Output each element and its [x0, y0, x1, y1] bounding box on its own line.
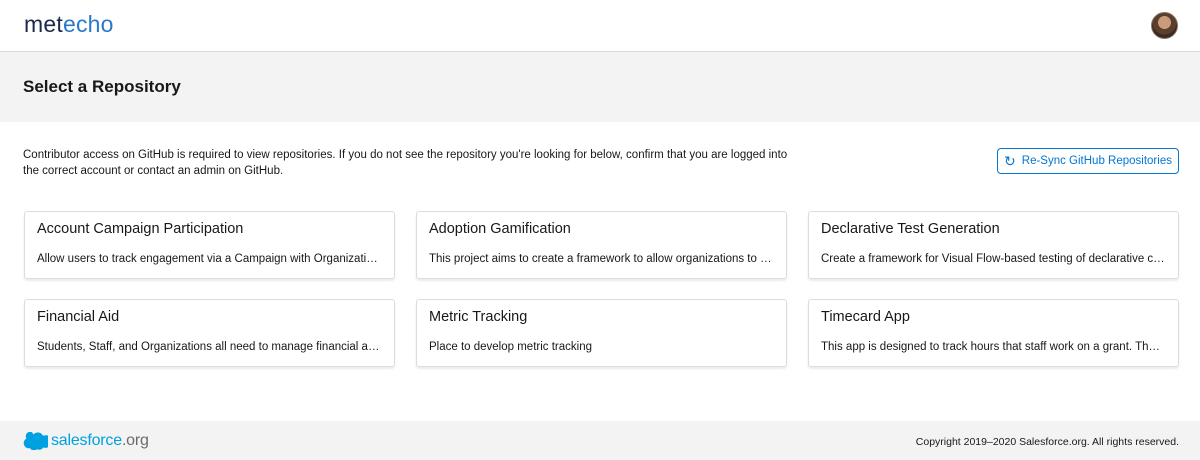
page-header: Select a Repository	[0, 52, 1200, 122]
repository-name: Timecard App	[821, 309, 910, 325]
org-wordmark: .org	[121, 432, 149, 449]
repository-description: Create a framework for Visual Flow-based…	[821, 253, 1166, 265]
page-title: Select a Repository	[23, 77, 181, 96]
repository-card-timecard-app[interactable]: Timecard App This app is designed to tra…	[808, 299, 1179, 367]
app-header: metecho	[0, 0, 1200, 52]
repository-description: This project aims to create a framework …	[429, 253, 774, 265]
logo-text-echo: echo	[62, 11, 114, 37]
contributor-access-notice: Contributor access on GitHub is required…	[23, 149, 788, 177]
repository-name: Metric Tracking	[429, 309, 528, 325]
repository-name: Financial Aid	[37, 309, 120, 325]
repository-description: This app is designed to track hours that…	[821, 341, 1166, 353]
repository-card-declarative-test-generation[interactable]: Declarative Test Generation Create a fra…	[808, 211, 1179, 279]
repository-description: Place to develop metric tracking	[429, 341, 592, 353]
user-avatar-icon[interactable]	[1151, 12, 1178, 39]
salesforce-cloud-icon	[23, 432, 48, 450]
salesforce-org-logo[interactable]: salesforce.org	[23, 432, 149, 450]
metecho-logo[interactable]: metecho	[24, 11, 114, 38]
repository-list: Account Campaign Participation Allow use…	[24, 211, 1179, 367]
repository-name: Declarative Test Generation	[821, 221, 1000, 237]
repository-name: Account Campaign Participation	[37, 221, 244, 237]
repository-name: Adoption Gamification	[429, 221, 571, 237]
repository-card-adoption-gamification[interactable]: Adoption Gamification This project aims …	[416, 211, 787, 279]
app-footer: salesforce.org Copyright 2019–2020 Sales…	[0, 421, 1200, 460]
repository-card-account-campaign-participation[interactable]: Account Campaign Participation Allow use…	[24, 211, 395, 279]
resync-repositories-button[interactable]: ↻ Re-Sync GitHub Repositories	[997, 148, 1179, 174]
repository-card-metric-tracking[interactable]: Metric Tracking Place to develop metric …	[416, 299, 787, 367]
repository-description: Students, Staff, and Organizations all n…	[37, 341, 382, 353]
copyright-notice: Copyright 2019–2020 Salesforce.org. All …	[915, 436, 1179, 448]
logo-text-met: met	[24, 11, 63, 37]
repository-description: Allow users to track engagement via a Ca…	[37, 253, 382, 265]
resync-label: Re-Sync GitHub Repositories	[1021, 155, 1172, 167]
refresh-icon: ↻	[1004, 153, 1016, 169]
repository-card-financial-aid[interactable]: Financial Aid Students, Staff, and Organ…	[24, 299, 395, 367]
salesforce-wordmark: salesforce	[51, 432, 122, 449]
